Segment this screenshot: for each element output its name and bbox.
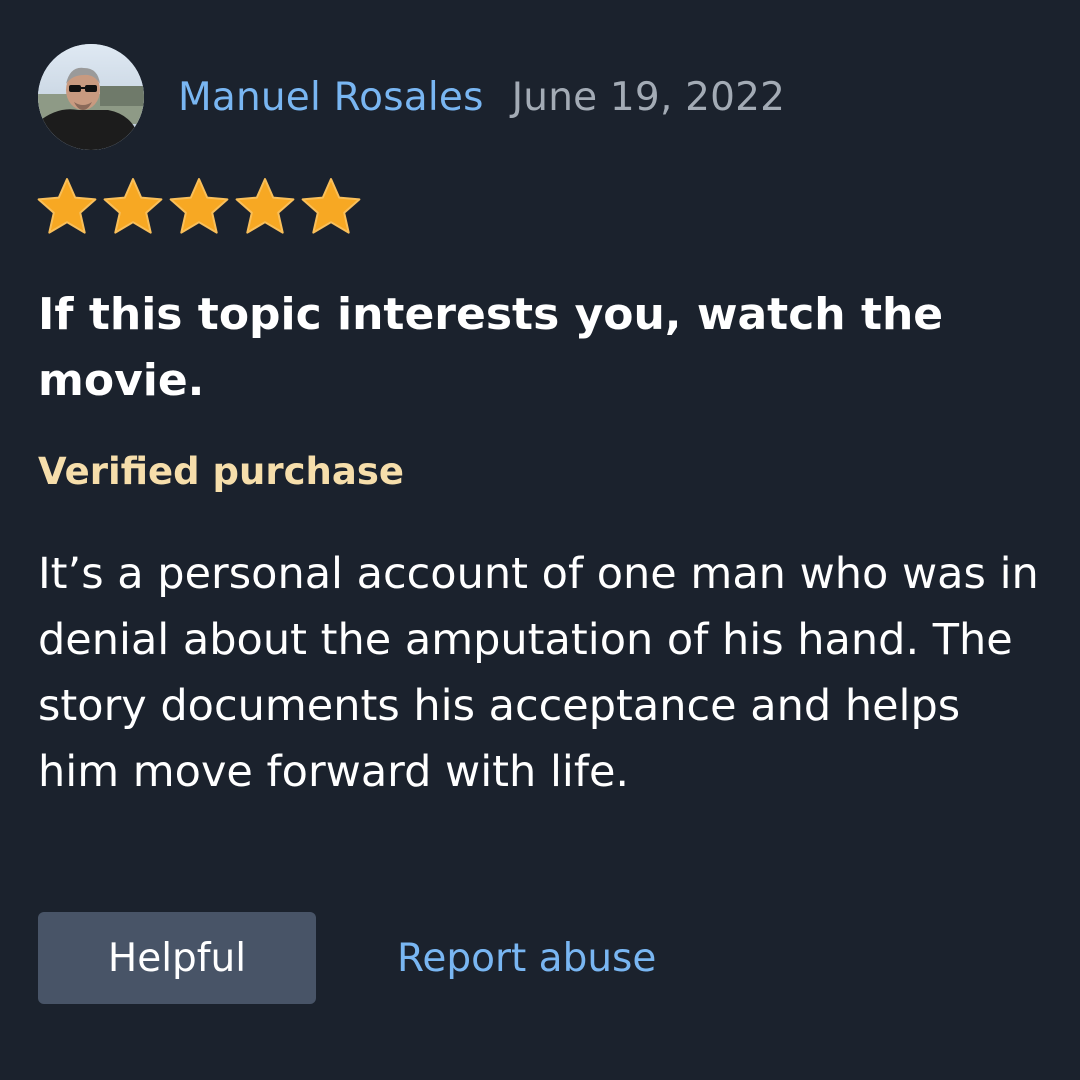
reviewer-header: Manuel Rosales June 19, 2022 [38,44,785,150]
star-icon [234,176,296,238]
avatar[interactable] [38,44,144,150]
star-icon [168,176,230,238]
review-title: If this topic interests you, watch the m… [38,289,944,406]
avatar-image [38,44,144,150]
star-icon [36,176,98,238]
report-abuse-link[interactable]: Report abuse [397,936,656,981]
reviewer-name-link[interactable]: Manuel Rosales [178,75,484,120]
review-body: It’s a personal account of one man who w… [38,549,1039,797]
star-icon [300,176,362,238]
star-rating [36,176,362,238]
helpful-button[interactable]: Helpful [38,912,316,1004]
review-date: June 19, 2022 [511,74,786,120]
review-card: Manuel Rosales June 19, 2022 If this top… [0,0,1080,1080]
verified-purchase-badge: Verified purchase [38,450,404,493]
star-icon [102,176,164,238]
